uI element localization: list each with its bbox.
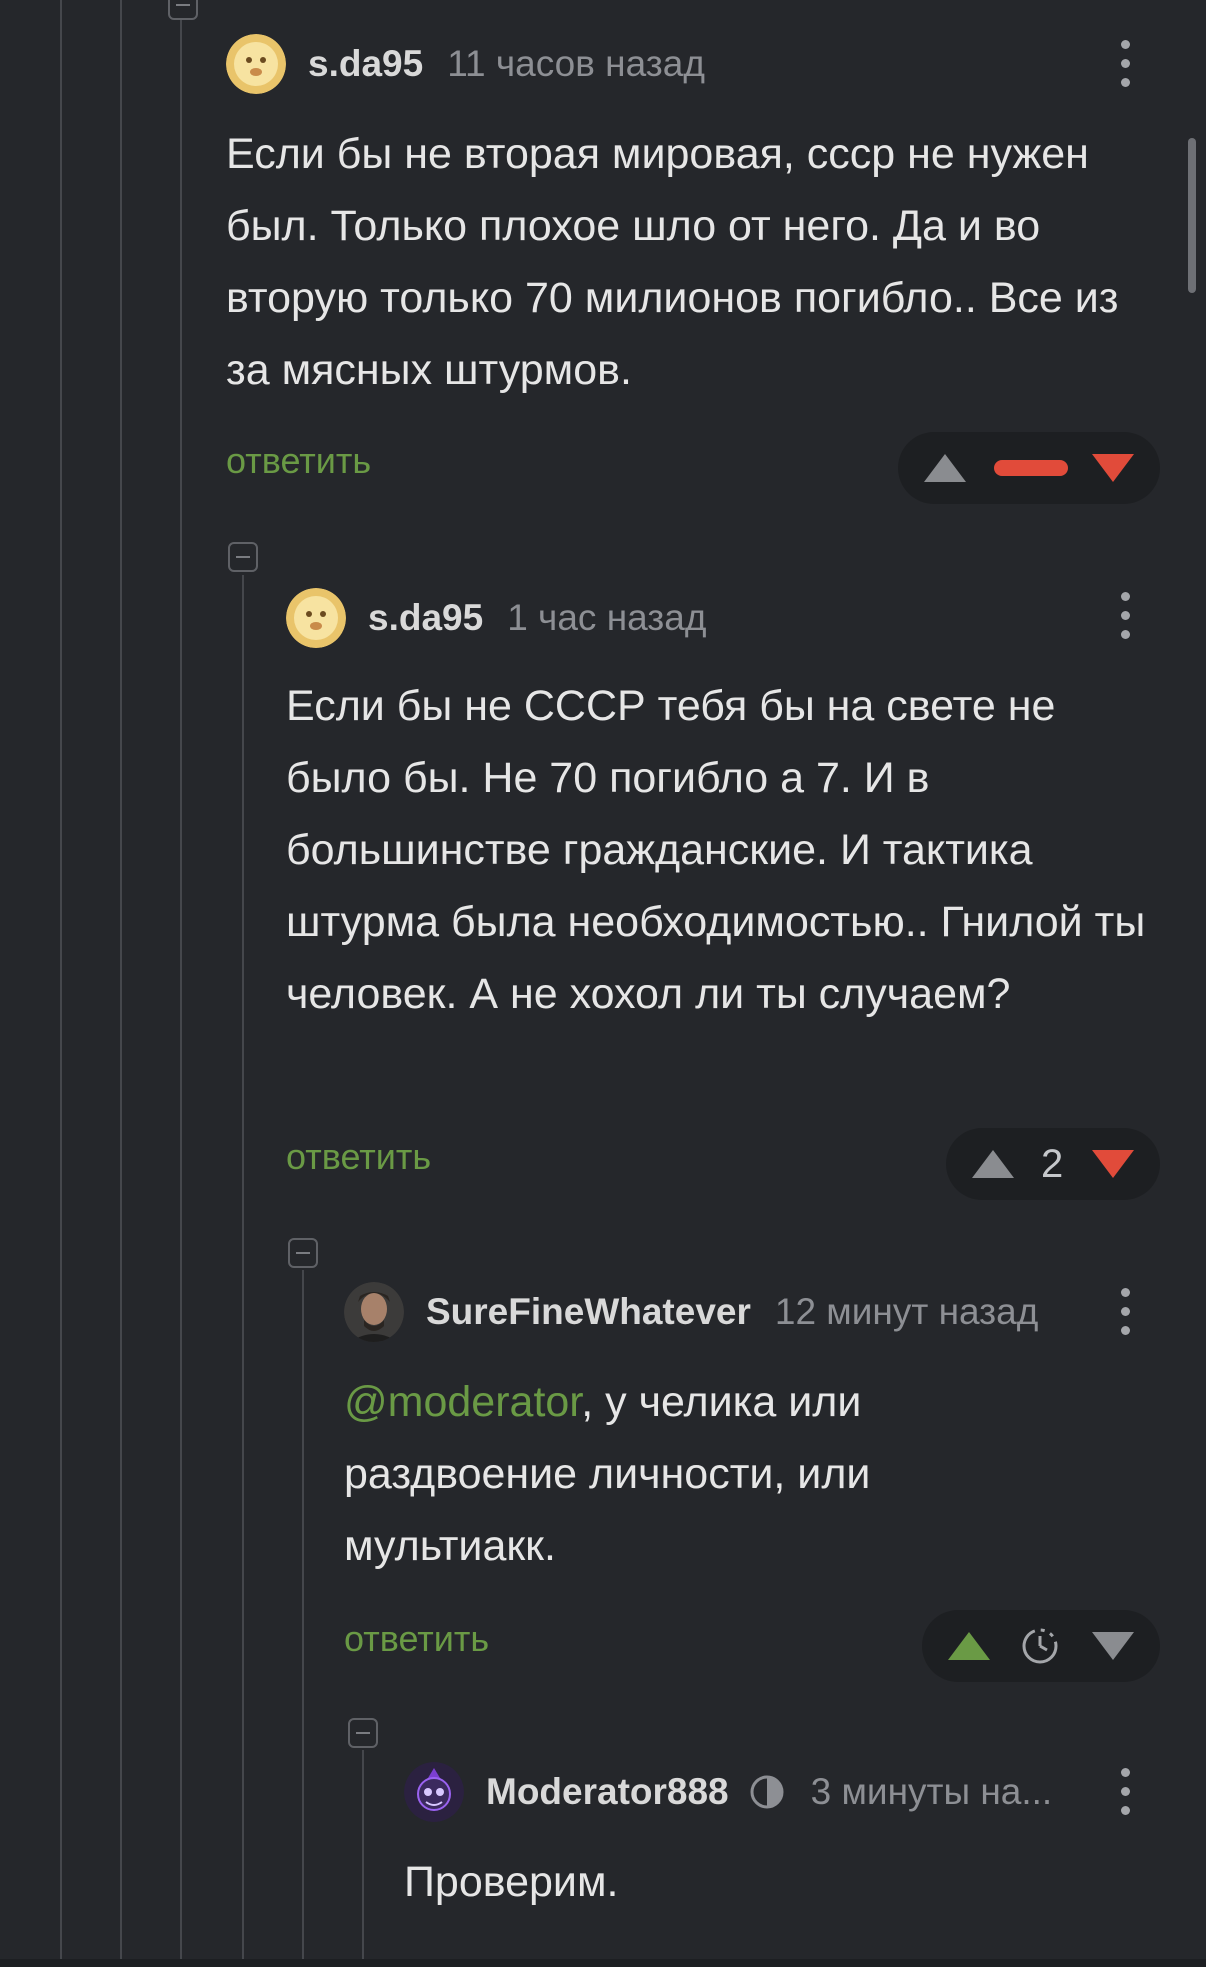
rating-control: [922, 1610, 1160, 1682]
comment-header: Moderator888 3 минуты на...: [404, 1760, 1052, 1824]
emoji-face-avatar[interactable]: [226, 34, 286, 94]
thread-line: [242, 575, 244, 1967]
thread-line: [362, 1750, 364, 1967]
thread-line: [180, 0, 182, 1967]
bottom-edge: [0, 1959, 1206, 1967]
comment-text: Если бы не вторая мировая, ссср не нужен…: [226, 130, 1119, 394]
collapse-thread-button[interactable]: [228, 542, 258, 572]
photo-avatar[interactable]: [344, 1282, 404, 1342]
comment-header: s.da95 11 часов назад: [226, 32, 705, 96]
collapse-thread-button[interactable]: [288, 1238, 318, 1268]
downvote-icon[interactable]: [1092, 1150, 1134, 1178]
thread-line: [120, 0, 122, 1967]
comment-username[interactable]: SureFineWhatever: [426, 1291, 751, 1333]
moderator-avatar[interactable]: [404, 1762, 464, 1822]
comment-timestamp: 3 минуты на...: [810, 1771, 1053, 1812]
comment-username[interactable]: Moderator888: [486, 1771, 729, 1813]
comment-timestamp: 11 часов назад: [447, 43, 705, 84]
rating-score: 2: [1041, 1142, 1064, 1186]
more-options-icon[interactable]: [1105, 34, 1145, 94]
upvote-icon[interactable]: [948, 1632, 990, 1660]
rating-control: 2: [946, 1128, 1160, 1200]
more-options-icon[interactable]: [1105, 586, 1145, 646]
reply-link[interactable]: ответить: [226, 440, 371, 482]
downvote-icon[interactable]: [1092, 454, 1134, 482]
negative-rating-bar: [994, 460, 1068, 476]
upvote-icon[interactable]: [972, 1150, 1014, 1178]
collapse-thread-button[interactable]: [168, 0, 198, 20]
comment-timestamp: 12 минут назад: [774, 1291, 1039, 1332]
comment-text: Если бы не СССР тебя бы на свете не было…: [286, 682, 1146, 1018]
collapse-thread-button[interactable]: [348, 1718, 378, 1748]
upvote-icon[interactable]: [924, 454, 966, 482]
scrollbar[interactable]: [1188, 138, 1196, 293]
more-options-icon[interactable]: [1105, 1762, 1145, 1822]
pending-rating-icon: [1020, 1626, 1060, 1666]
thread-line: [302, 1270, 304, 1967]
reply-link[interactable]: ответить: [286, 1136, 431, 1178]
comment-username[interactable]: s.da95: [308, 43, 423, 85]
thread-line: [60, 0, 62, 1967]
more-options-icon[interactable]: [1105, 1282, 1145, 1342]
comment-header: s.da95 1 час назад: [286, 586, 706, 650]
reply-link[interactable]: ответить: [344, 1618, 489, 1660]
user-mention-link[interactable]: @moderator: [344, 1378, 581, 1426]
comment-text: Проверим.: [404, 1858, 619, 1906]
downvote-icon[interactable]: [1092, 1632, 1134, 1660]
comment-header: SureFineWhatever 12 минут назад: [344, 1280, 1038, 1344]
emoji-face-avatar[interactable]: [286, 588, 346, 648]
moderator-badge-icon: [747, 1772, 787, 1812]
rating-control: [898, 432, 1160, 504]
comment-username[interactable]: s.da95: [368, 597, 483, 639]
comment-text: @moderator, у челика или раздвоение личн…: [344, 1366, 1044, 1582]
comment-timestamp: 1 час назад: [507, 597, 707, 638]
